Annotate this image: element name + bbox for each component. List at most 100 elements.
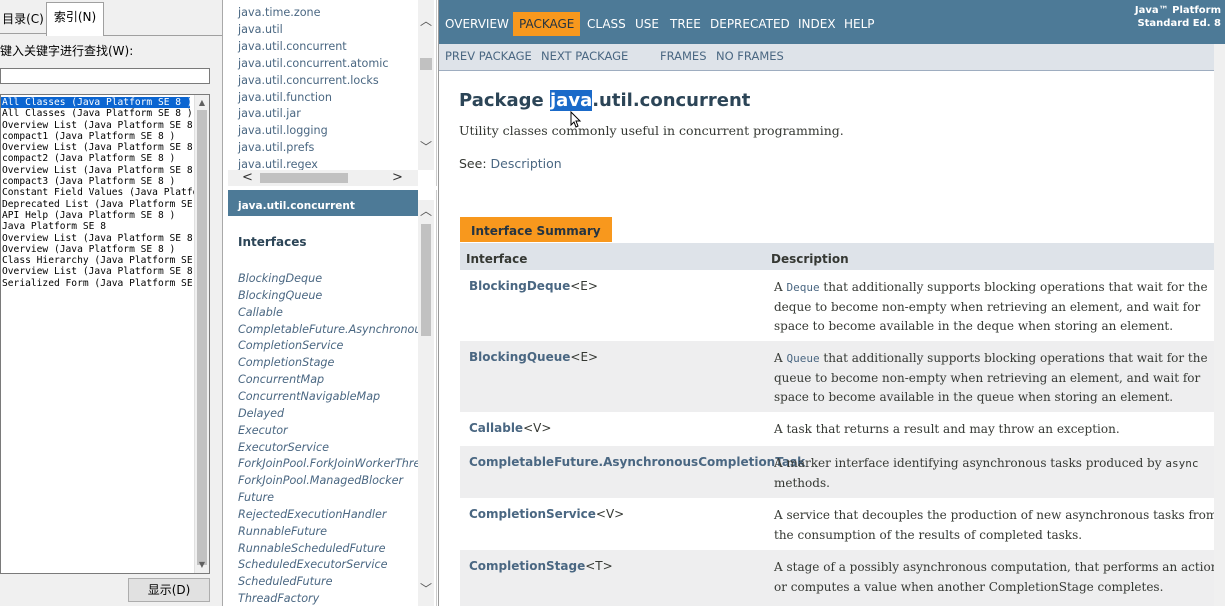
class-link[interactable]: Executor [238, 424, 420, 437]
scroll-right-icon[interactable]: > [392, 170, 403, 185]
index-list-item[interactable]: Deprecated List (Java Platform SE [1, 199, 195, 210]
class-link[interactable]: BlockingDeque [238, 272, 420, 285]
class-link[interactable]: RejectedExecutionHandler [238, 508, 420, 521]
class-link[interactable]: BlockingQueue [238, 289, 420, 302]
description-text: A stage of a possibly asynchronous compu… [774, 560, 1219, 594]
scroll-up-icon[interactable]: ▲ [195, 96, 209, 110]
description-text: methods. [774, 475, 830, 490]
package-list-vscroll[interactable]: ︿ ﹀ [418, 0, 434, 170]
frames-link[interactable]: FRAMES [660, 49, 707, 63]
index-list-item[interactable]: Overview List (Java Platform SE 8 [1, 142, 195, 153]
keyword-input[interactable] [0, 68, 210, 84]
package-list-hscroll[interactable]: < > [228, 170, 418, 186]
package-link[interactable]: java.util.concurrent.atomic [238, 57, 389, 70]
class-link[interactable]: CompletionService [238, 339, 420, 352]
class-link[interactable]: ConcurrentMap [238, 373, 420, 386]
interface-name[interactable]: BlockingDeque [469, 279, 570, 293]
class-link[interactable]: CompletionStage [238, 356, 420, 369]
scroll-left-icon[interactable]: < [242, 170, 253, 185]
class-link[interactable]: ScheduledFuture [238, 575, 420, 588]
prev-package-link[interactable]: PREV PACKAGE [445, 49, 532, 63]
scroll-thumb[interactable] [421, 224, 431, 336]
interface-link[interactable]: BlockingDeque<E> [469, 279, 598, 293]
index-list-item[interactable]: Java Platform SE 8 [1, 221, 195, 232]
index-list-item[interactable]: API Help (Java Platform SE 8 ) [1, 210, 195, 221]
index-list-item[interactable]: Overview List (Java Platform SE 8 [1, 233, 195, 244]
nav-tree[interactable]: TREE [670, 17, 701, 31]
tab-divider [104, 35, 222, 36]
index-list-item[interactable]: compact1 (Java Platform SE 8 ) [1, 131, 195, 142]
nav-package: PACKAGE [513, 12, 581, 36]
package-link[interactable]: java.time.zone [238, 6, 321, 19]
package-link[interactable]: java.util [238, 23, 283, 36]
class-link[interactable]: RunnableScheduledFuture [238, 542, 420, 555]
interface-link[interactable]: BlockingQueue<E> [469, 350, 598, 364]
index-list-item[interactable]: Constant Field Values (Java Platfo [1, 187, 195, 198]
class-link[interactable]: ConcurrentNavigableMap [238, 390, 420, 403]
interface-name[interactable]: CompletableFuture.AsynchronousCompletion… [469, 455, 805, 469]
scroll-up-icon[interactable]: ︿ [420, 12, 432, 29]
package-link[interactable]: java.util.jar [238, 107, 301, 120]
index-list-item[interactable]: Overview List (Java Platform SE 8 [1, 165, 195, 176]
tab-contents[interactable]: 目录(C) [0, 5, 46, 34]
index-list-item[interactable]: All Classes (Java Platform SE 8 ) [1, 108, 195, 119]
scroll-thumb[interactable] [420, 58, 432, 70]
nav-overview[interactable]: OVERVIEW [445, 17, 509, 31]
main-vscroll[interactable] [1214, 44, 1225, 606]
index-list[interactable]: All Classes (Java Platform SE 8 ) All Cla… [0, 94, 210, 574]
package-link[interactable]: java.util.function [238, 91, 332, 104]
no-frames-link[interactable]: NO FRAMES [716, 49, 784, 63]
package-link[interactable]: java.util.logging [238, 124, 328, 137]
index-list-item[interactable]: Overview (Java Platform SE 8 ) [1, 244, 195, 255]
show-button[interactable]: 显示(D) [128, 578, 210, 602]
index-list-item[interactable]: Serialized Form (Java Platform SE [1, 278, 195, 289]
description-link[interactable]: Description [491, 156, 562, 171]
scroll-thumb[interactable] [197, 110, 207, 565]
class-list-vscroll[interactable]: ︿ ﹀ [418, 200, 434, 606]
scroll-down-icon[interactable]: ▼ [195, 558, 209, 572]
index-list-item[interactable]: Overview List (Java Platform SE 8 [1, 266, 195, 277]
class-link[interactable]: Delayed [238, 407, 420, 420]
class-link[interactable]: Callable [238, 306, 420, 319]
index-list-item[interactable]: Class Hierarchy (Java Platform SE [1, 255, 195, 266]
scroll-down-icon[interactable]: ﹀ [420, 138, 432, 155]
class-link[interactable]: RunnableFuture [238, 525, 420, 538]
interface-link[interactable]: CompletableFuture.AsynchronousCompletion… [469, 455, 805, 469]
class-link[interactable]: ForkJoinPool.ManagedBlocker [238, 474, 420, 487]
tab-index[interactable]: 索引(N) [46, 2, 104, 36]
interface-name[interactable]: CompletionStage [469, 559, 585, 573]
nav-use[interactable]: USE [635, 17, 659, 31]
index-list-item[interactable]: compact2 (Java Platform SE 8 ) [1, 153, 195, 164]
interface-link[interactable]: CompletionStage<T> [469, 559, 613, 573]
package-link[interactable]: java.util.concurrent.locks [238, 74, 379, 87]
code-link[interactable]: Deque [786, 281, 819, 294]
package-link[interactable]: java.util.prefs [238, 141, 314, 154]
class-link[interactable]: ExecutorService [238, 441, 420, 454]
index-list-scrollbar[interactable]: ▲ ▼ [194, 95, 209, 573]
nav-deprecated[interactable]: DEPRECATED [710, 17, 790, 31]
index-list-item[interactable]: compact3 (Java Platform SE 8 ) [1, 176, 195, 187]
class-link[interactable]: Future [238, 491, 420, 504]
class-link[interactable]: ScheduledExecutorService [238, 558, 420, 571]
class-link[interactable]: CompletableFuture.AsynchronousCompletion… [238, 323, 420, 336]
interfaces-heading: Interfaces [238, 235, 307, 249]
interface-name[interactable]: Callable [469, 421, 523, 435]
code-link[interactable]: Queue [786, 352, 819, 365]
interface-link[interactable]: Callable<V> [469, 421, 551, 435]
nav-index[interactable]: INDEX [798, 17, 836, 31]
scroll-up-icon[interactable]: ︿ [420, 202, 432, 219]
interface-name[interactable]: CompletionService [469, 507, 596, 521]
nav-class[interactable]: CLASS [587, 17, 626, 31]
nav-help[interactable]: HELP [844, 17, 875, 31]
next-package-link[interactable]: NEXT PACKAGE [541, 49, 628, 63]
index-list-item[interactable]: Overview List (Java Platform SE 8 [1, 120, 195, 131]
class-link[interactable]: ThreadFactory [238, 592, 420, 605]
interface-name[interactable]: BlockingQueue [469, 350, 570, 364]
interface-link[interactable]: CompletionService<V> [469, 507, 624, 521]
class-link[interactable]: ForkJoinPool.ForkJoinWorkerThreadFactory [238, 457, 420, 470]
interface-description: A Deque that additionally supports block… [774, 278, 1222, 337]
scroll-down-icon[interactable]: ﹀ [420, 580, 432, 597]
package-link[interactable]: java.util.concurrent [238, 40, 347, 53]
index-list-item[interactable]: All Classes (Java Platform SE 8 ) [1, 97, 193, 109]
scroll-thumb[interactable] [260, 173, 348, 183]
